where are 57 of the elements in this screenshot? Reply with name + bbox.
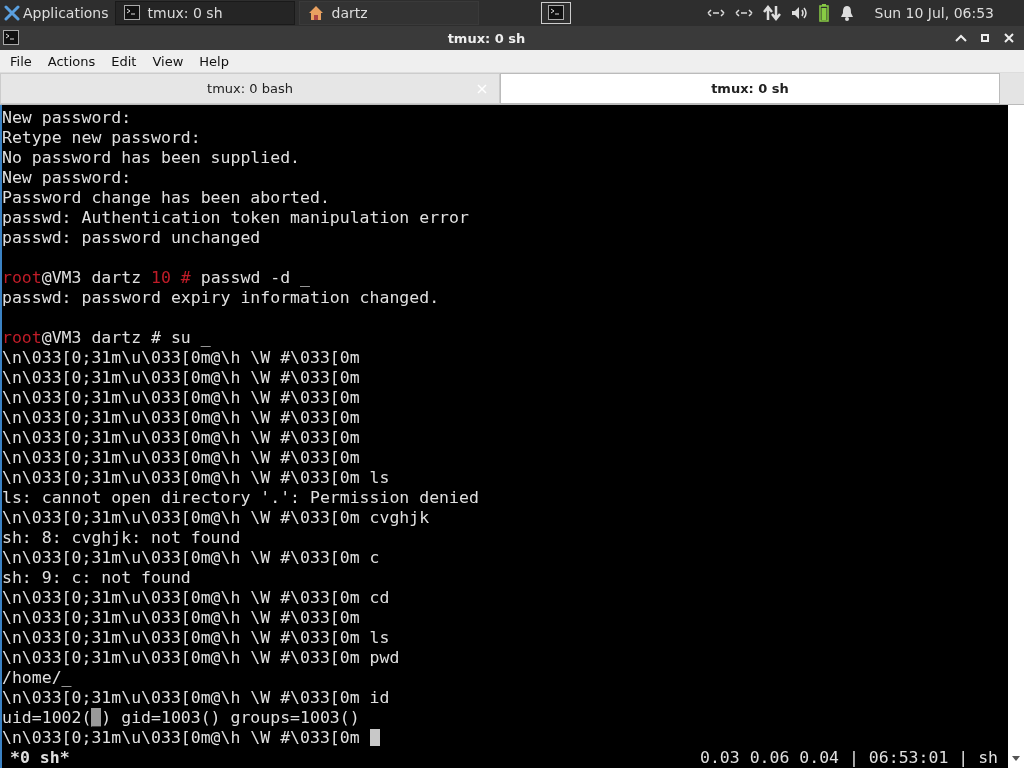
menu-item[interactable]: Help: [191, 53, 237, 69]
menu-item[interactable]: Edit: [103, 53, 145, 69]
applications-menu[interactable]: Applications: [0, 0, 115, 26]
status-info: 0.03 0.06 0.04 | 06:53:01 | sh: [700, 748, 999, 768]
terminal-line: \n\033[0;31m\u\033[0m@\h \W #\033[0m: [2, 388, 361, 408]
terminal-line: Password change has been aborted.: [2, 188, 331, 208]
menu-item[interactable]: View: [144, 53, 192, 69]
workspace-switcher[interactable]: [540, 2, 571, 24]
terminal-line: New password:: [2, 168, 133, 188]
terminal-icon: [123, 5, 140, 21]
terminal-line: root@VM3 dartz 10 # passwd -d _: [2, 268, 311, 288]
terminal-line: Retype new password:: [2, 128, 202, 148]
terminal-line: passwd: password expiry information changed.: [2, 288, 441, 308]
terminal-line: \n\033[0;31m\u\033[0m@\h \W #\033[0m: [2, 368, 361, 388]
terminal-line: sh: 9: c: not found: [2, 568, 192, 588]
bell-icon[interactable]: [838, 5, 855, 21]
terminal-line: \n\033[0;31m\u\033[0m@\h \W #\033[0m: [2, 608, 361, 628]
terminal-line: /home/_: [2, 668, 73, 688]
restore-icon[interactable]: [978, 31, 992, 45]
terminal-line: \n\033[0;31m\u\033[0m@\h \W #\033[0m id: [2, 688, 391, 708]
tab[interactable]: tmux: 0 sh: [500, 73, 1000, 104]
close-icon[interactable]: [1002, 31, 1016, 45]
terminal-line: root@VM3 dartz # su _: [2, 328, 212, 348]
taskbar-button[interactable]: tmux: 0 sh: [114, 1, 295, 25]
terminal-line: \n\033[0;31m\u\033[0m@\h \W #\033[0m cd: [2, 588, 391, 608]
terminal-line: passwd: password unchanged: [2, 228, 262, 248]
terminal-icon: [547, 5, 564, 21]
terminal-line: ls: cannot open directory '.': Permission denied: [2, 488, 480, 508]
terminal-icon: [3, 30, 19, 46]
terminal-line: New password:: [2, 108, 133, 128]
terminal-line: \n\033[0;31m\u\033[0m@\h \W #\033[0m ls: [2, 628, 391, 648]
home-icon: [307, 5, 324, 21]
tab[interactable]: tmux: 0 bash: [0, 73, 500, 104]
battery-icon[interactable]: [818, 4, 829, 22]
x-logo-icon: [4, 5, 20, 21]
terminal-line: \n\033[0;31m\u\033[0m@\h \W #\033[0m: [2, 428, 361, 448]
volume-icon[interactable]: [790, 5, 809, 21]
clock[interactable]: Sun 10 Jul, 06:53: [874, 5, 994, 21]
terminal-line: \n\033[0;31m\u\033[0m@\h \W #\033[0m pwd: [2, 648, 401, 668]
status-window-list: *0 sh*: [2, 748, 70, 768]
menu-item[interactable]: File: [2, 53, 40, 69]
terminal-line: \n\033[0;31m\u\033[0m@\h \W #\033[0m: [2, 408, 361, 428]
menu-item[interactable]: Actions: [39, 53, 104, 69]
terminal-line: \n\033[0;31m\u\033[0m@\h \W #\033[0m: [2, 348, 361, 368]
terminal-line: \n\033[0;31m\u\033[0m@\h \W #\033[0m ls: [2, 468, 391, 488]
window-title: tmux: 0 sh: [446, 30, 527, 46]
terminal-line: sh: 8: cvghjk: not found: [2, 528, 242, 548]
terminal-line: passwd: Authentication token manipulation error: [2, 208, 470, 228]
scrollbar[interactable]: [1008, 105, 1024, 768]
terminal-line: \n\033[0;31m\u\033[0m@\h \W #\033[0m c: [2, 548, 381, 568]
terminal-line: \n\033[0;31m\u\033[0m@\h \W #\033[0m cvghjk: [2, 508, 431, 528]
taskbar-button[interactable]: dartz: [298, 1, 479, 25]
down-arrow-icon[interactable]: [1011, 754, 1021, 762]
terminal-line: \n\033[0;31m\u\033[0m@\h \W #\033[0m: [2, 728, 1008, 748]
terminal-line: \n\033[0;31m\u\033[0m@\h \W #\033[0m: [2, 448, 361, 468]
terminal-line: No password has been supplied.: [2, 148, 301, 168]
up-down-arrows-icon[interactable]: [762, 5, 781, 21]
